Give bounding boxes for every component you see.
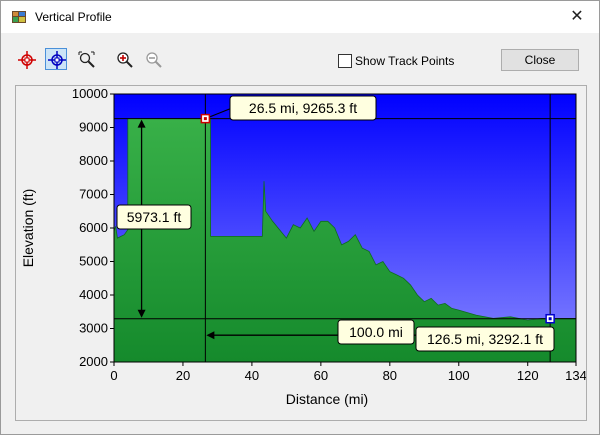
y-tick-label: 10000: [72, 86, 108, 101]
crosshair-red-icon[interactable]: [15, 48, 37, 70]
y-tick-label: 5000: [79, 254, 108, 269]
zoom-in-icon[interactable]: [113, 48, 135, 70]
y-tick-label: 9000: [79, 120, 108, 135]
point-a-callout: 26.5 mi, 9265.3 ft: [249, 100, 357, 116]
show-track-points-label: Show Track Points: [355, 54, 455, 68]
window-title: Vertical Profile: [35, 10, 112, 24]
y-tick-label: 2000: [79, 354, 108, 369]
x-tick-label: 134: [565, 368, 586, 383]
vertical-profile-window: Vertical Profile ✕ Show Track Points Clo…: [0, 0, 600, 435]
y-tick-label: 8000: [79, 153, 108, 168]
x-tick-label: 120: [517, 368, 539, 383]
close-button[interactable]: Close: [501, 49, 579, 71]
x-tick-label: 20: [176, 368, 190, 383]
window-close-icon[interactable]: ✕: [555, 1, 599, 33]
profile-chart-panel: 2000 3000 4000 5000 6000 7000 8000 9000 10000 0 20…: [15, 85, 587, 421]
x-tick-label: 80: [383, 368, 397, 383]
app-icon: [12, 11, 26, 23]
x-axis-title: Distance (mi): [286, 391, 368, 407]
x-tick-label: 100: [448, 368, 470, 383]
point-b-callout: 126.5 mi, 3292.1 ft: [427, 331, 543, 347]
zoom-out-icon[interactable]: [142, 48, 164, 70]
y-axis-title: Elevation (ft): [20, 189, 36, 268]
y-tick-label: 7000: [79, 187, 108, 202]
y-tick-label: 3000: [79, 321, 108, 336]
title-bar: Vertical Profile ✕: [1, 1, 599, 33]
point-a-marker-dot: [203, 117, 207, 121]
x-tick-label: 40: [245, 368, 259, 383]
show-track-points-checkbox[interactable]: [338, 54, 352, 68]
point-b-marker-dot: [548, 317, 552, 321]
y-tick-label: 6000: [79, 220, 108, 235]
crosshair-blue-icon[interactable]: [45, 48, 67, 70]
zoom-area-icon[interactable]: [75, 48, 97, 70]
elevation-profile-chart[interactable]: 2000 3000 4000 5000 6000 7000 8000 9000 10000 0 20…: [16, 86, 587, 420]
elevation-delta-callout: 5973.1 ft: [127, 209, 182, 225]
x-tick-label: 0: [110, 368, 117, 383]
y-tick-label: 4000: [79, 287, 108, 302]
x-tick-label: 60: [314, 368, 328, 383]
distance-delta-callout: 100.0 mi: [349, 324, 403, 340]
